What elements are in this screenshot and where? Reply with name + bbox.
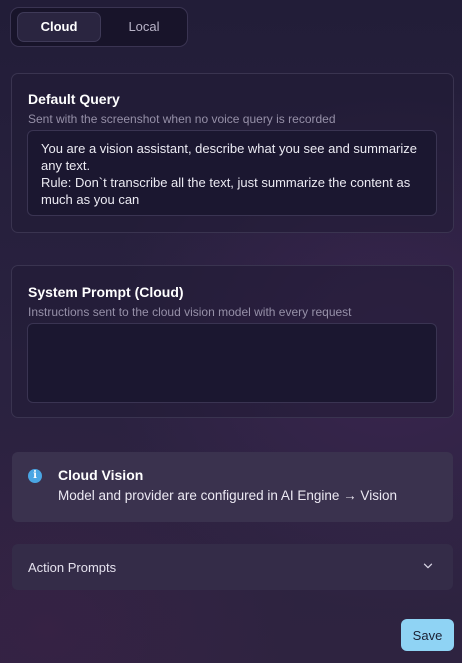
info-title: Cloud Vision bbox=[58, 467, 144, 483]
info-icon: i bbox=[28, 469, 42, 483]
default-query-textarea[interactable]: You are a vision assistant, describe wha… bbox=[27, 130, 437, 216]
action-prompts-accordion[interactable]: Action Prompts bbox=[12, 544, 453, 590]
system-prompt-title: System Prompt (Cloud) bbox=[28, 284, 184, 300]
tab-local[interactable]: Local bbox=[103, 12, 185, 42]
system-prompt-subtitle: Instructions sent to the cloud vision mo… bbox=[28, 305, 352, 319]
default-query-subtitle: Sent with the screenshot when no voice q… bbox=[28, 112, 336, 126]
action-prompts-label: Action Prompts bbox=[28, 560, 117, 575]
mode-tab-switcher: Cloud Local bbox=[10, 7, 188, 47]
cloud-vision-info-banner: i Cloud Vision Model and provider are co… bbox=[12, 452, 453, 522]
save-button[interactable]: Save bbox=[401, 619, 454, 651]
chevron-down-icon bbox=[423, 563, 433, 569]
tab-cloud[interactable]: Cloud bbox=[17, 12, 101, 42]
system-prompt-textarea[interactable] bbox=[27, 323, 437, 403]
default-query-title: Default Query bbox=[28, 91, 120, 107]
default-query-card: Default Query Sent with the screenshot w… bbox=[11, 73, 454, 233]
info-body: Model and provider are configured in AI … bbox=[58, 488, 397, 503]
system-prompt-card: System Prompt (Cloud) Instructions sent … bbox=[11, 265, 454, 418]
